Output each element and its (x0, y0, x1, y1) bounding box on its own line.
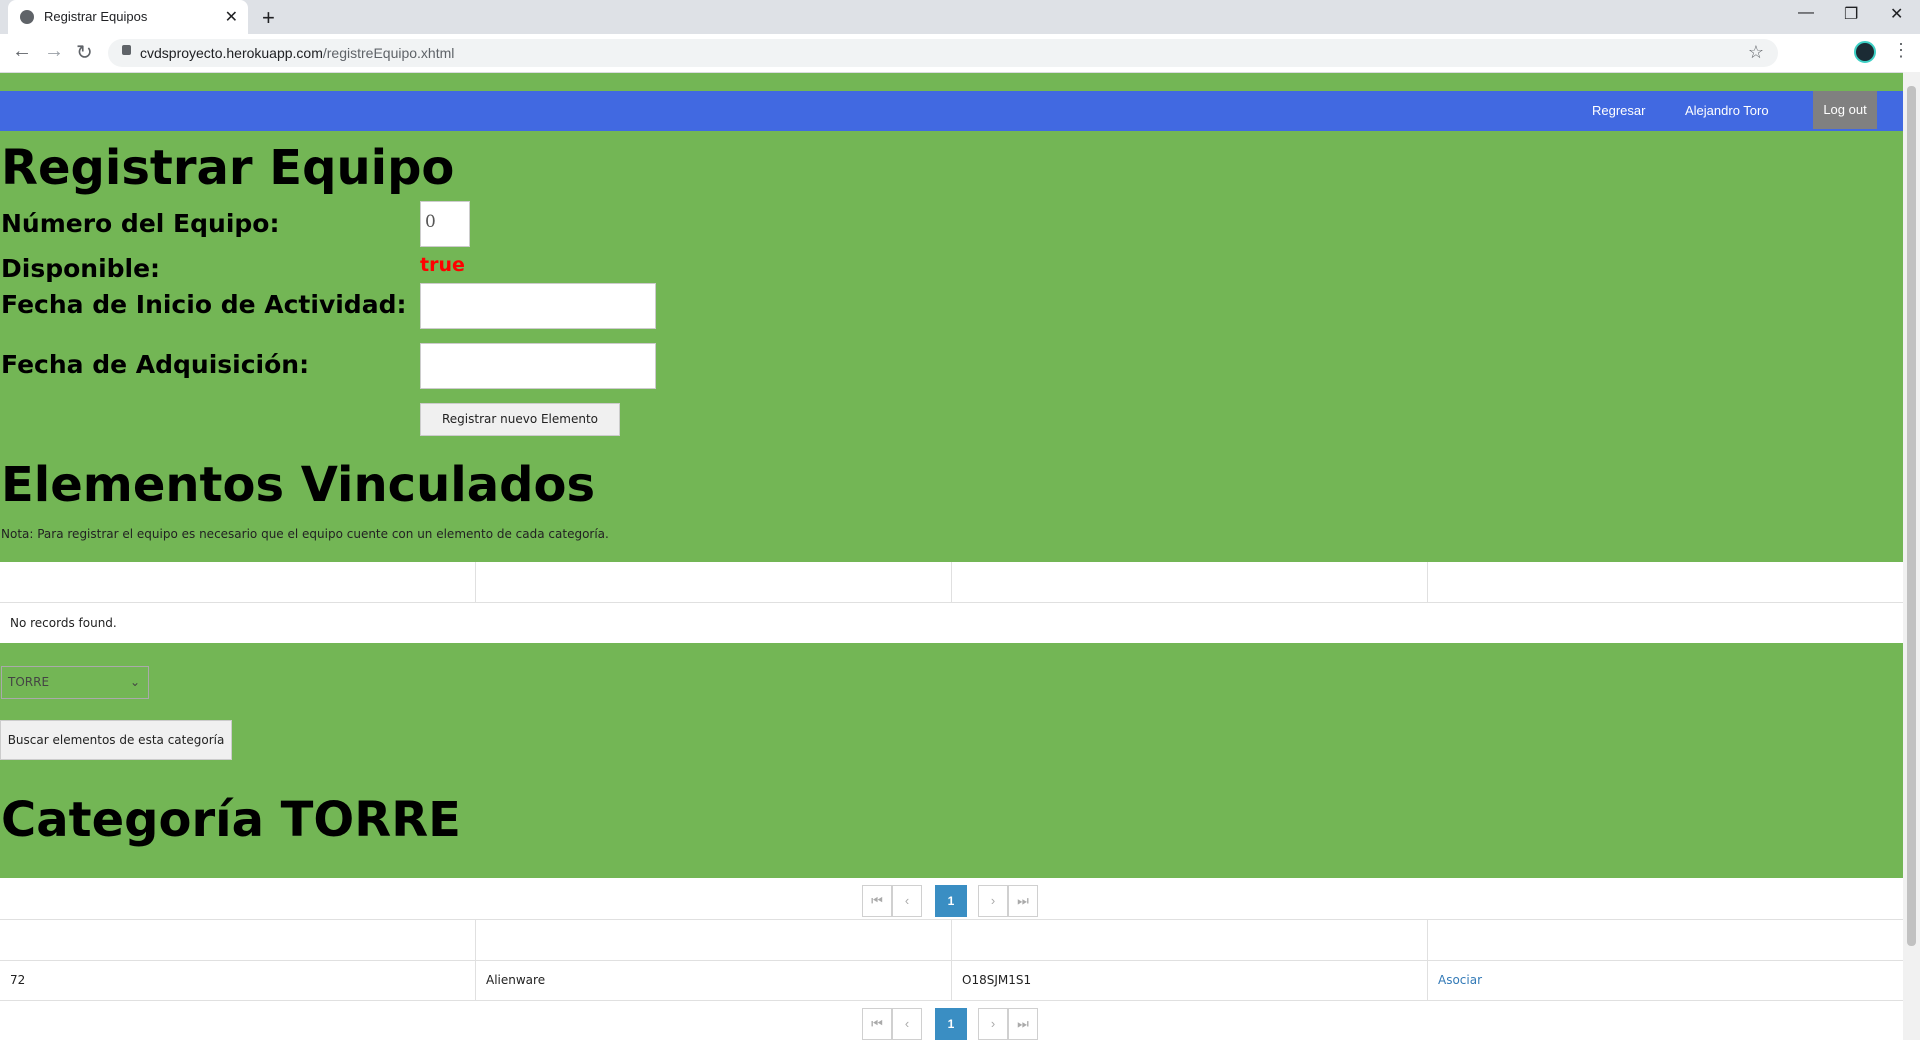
last-page-icon[interactable]: ⏭ (1008, 885, 1038, 917)
table-header-cell (1428, 920, 1903, 960)
close-tab-icon[interactable]: ✕ (225, 7, 238, 27)
next-page-icon[interactable]: › (978, 885, 1008, 917)
prev-page-icon[interactable]: ‹ (892, 1008, 922, 1040)
table-header-cell (476, 562, 952, 602)
next-page-icon[interactable]: › (978, 1008, 1008, 1040)
first-page-icon[interactable]: ⏮ (862, 1008, 892, 1040)
forward-arrow-icon[interactable]: → (44, 40, 64, 63)
category-selected-value: TORRE (8, 675, 50, 689)
table-header-cell (952, 562, 1428, 602)
browser-toolbar: ← → ↻ cvdsproyecto.herokuapp.com/registr… (0, 34, 1920, 73)
fecha-inicio-input[interactable] (420, 283, 656, 329)
restore-icon[interactable]: ❐ (1844, 4, 1858, 24)
first-page-icon[interactable]: ⏮ (862, 885, 892, 917)
disponible-label: Disponible: (1, 254, 161, 283)
url-host: cvdsproyecto.herokuapp.com (140, 45, 323, 61)
globe-icon (20, 10, 34, 24)
table-header-cell (1428, 562, 1903, 602)
paginator-bottom: ⏮ ‹ 1 › ⏭ (862, 1008, 1042, 1040)
table-row: 72 Alienware O18SJM1S1 Asociar (0, 960, 1903, 1001)
browser-menu-icon[interactable]: ⋮ (1892, 40, 1910, 61)
back-arrow-icon[interactable]: ← (12, 40, 32, 63)
linked-elements-title: Elementos Vinculados (1, 457, 596, 513)
logout-button[interactable]: Log out (1813, 91, 1877, 129)
page-title: Registrar Equipo (1, 140, 455, 196)
top-navbar: Regresar Alejandro Toro Log out (0, 91, 1903, 131)
associate-link[interactable]: Asociar (1428, 960, 1903, 1000)
new-tab-icon[interactable]: + (262, 5, 275, 31)
empty-message: No records found. (10, 616, 117, 630)
last-page-icon[interactable]: ⏭ (1008, 1008, 1038, 1040)
extension-icon[interactable] (1854, 41, 1876, 63)
category-title: Categoría TORRE (1, 792, 461, 848)
numero-label: Número del Equipo: (1, 209, 280, 238)
table-header-cell (0, 920, 476, 960)
fecha-inicio-label: Fecha de Inicio de Actividad: (1, 290, 407, 319)
prev-page-icon[interactable]: ‹ (892, 885, 922, 917)
table-header-row (0, 919, 1903, 961)
numero-input[interactable]: 0 (420, 201, 470, 247)
page-number[interactable]: 1 (935, 1008, 967, 1040)
table-header-cell (0, 562, 476, 602)
element-id: 72 (0, 960, 476, 1000)
disponible-value: true (420, 254, 465, 276)
scrollbar-thumb[interactable] (1907, 86, 1916, 946)
address-bar[interactable]: cvdsproyecto.herokuapp.com/registreEquip… (108, 39, 1778, 67)
reload-icon[interactable]: ↻ (76, 40, 93, 65)
browser-tab-bar: Registrar Equipos ✕ + — ❐ ✕ (0, 0, 1920, 34)
window-close-icon[interactable]: ✕ (1890, 4, 1903, 24)
browser-tab[interactable]: Registrar Equipos ✕ (8, 0, 248, 34)
table-header-cell (952, 920, 1428, 960)
fecha-adq-input[interactable] (420, 343, 656, 389)
table-row: No records found. (0, 603, 1903, 643)
category-select[interactable]: TORRE ⌄ (1, 666, 149, 699)
page-scrollbar[interactable] (1903, 72, 1920, 1040)
page-number[interactable]: 1 (935, 885, 967, 917)
fecha-adq-label: Fecha de Adquisición: (1, 350, 310, 379)
table-header-cell (476, 920, 952, 960)
user-name-link[interactable]: Alejandro Toro (1685, 103, 1769, 118)
minimize-icon[interactable]: — (1798, 4, 1814, 22)
bookmark-star-icon[interactable]: ☆ (1748, 42, 1764, 63)
table-header-row (0, 562, 1903, 603)
tab-title: Registrar Equipos (44, 9, 148, 24)
linked-note: Nota: Para registrar el equipo es necesa… (1, 527, 609, 541)
element-name: Alienware (476, 960, 952, 1000)
category-table: ⏮ ‹ 1 › ⏭ 72 Alienware O18SJM1S1 Asociar… (0, 878, 1903, 1040)
paginator-top: ⏮ ‹ 1 › ⏭ (862, 885, 1042, 917)
search-category-button[interactable]: Buscar elementos de esta categoría (0, 720, 232, 760)
register-element-button[interactable]: Registrar nuevo Elemento (420, 403, 620, 436)
url-path: /registreEquipo.xhtml (322, 45, 455, 61)
linked-elements-table: No records found. (0, 562, 1903, 643)
element-serial: O18SJM1S1 (952, 960, 1428, 1000)
chevron-down-icon: ⌄ (129, 675, 140, 689)
page-viewport: Regresar Alejandro Toro Log out Registra… (0, 72, 1903, 1040)
back-link[interactable]: Regresar (1592, 103, 1645, 118)
lock-icon (122, 45, 131, 55)
